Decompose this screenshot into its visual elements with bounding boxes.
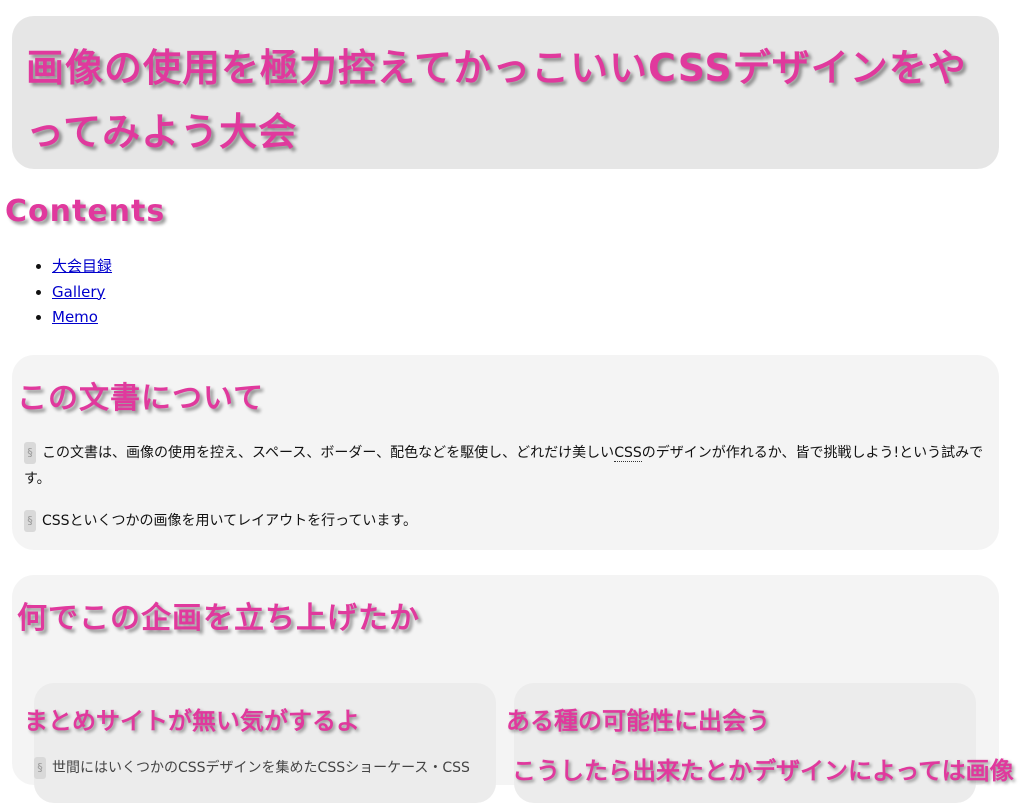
why-heading: 何でこの企画を立ち上げたか — [17, 601, 420, 636]
table-of-contents: 大会目録 Gallery Memo — [34, 254, 112, 331]
why-column-2-subheading: こうしたら出来たとかデザインによっては画像 — [512, 757, 1014, 785]
toc-item: 大会目録 — [52, 254, 112, 280]
about-paragraph-2: § CSSといくつかの画像を用いてレイアウトを行っています。 — [24, 508, 984, 534]
section-mark-icon: § — [34, 757, 46, 779]
section-mark-icon: § — [24, 442, 36, 464]
toc-link-catalog[interactable]: 大会目録 — [52, 257, 112, 275]
why-column-1-heading: まとめサイトが無い気がするよ — [24, 707, 360, 735]
about-paragraph-1: § この文書は、画像の使用を控え、スペース、ボーダー、配色などを駆使し、どれだけ美… — [24, 440, 984, 492]
toc-link-memo[interactable]: Memo — [52, 308, 98, 326]
why-column-1: まとめサイトが無い気がするよ § 世間にはいくつかのCSSデザインを集めたCSSシ… — [24, 683, 496, 803]
why-column-1-body: 世間にはいくつかのCSSデザインを集めたCSSショーケース・CSS — [52, 760, 470, 776]
about-p1-text: この文書は、画像の使用を控え、スペース、ボーダー、配色などを駆使し、どれだけ美し… — [42, 445, 615, 461]
section-mark-icon: § — [24, 510, 36, 532]
why-column-1-text: § 世間にはいくつかのCSSデザインを集めたCSSショーケース・CSS — [34, 757, 470, 779]
toc-link-gallery[interactable]: Gallery — [52, 283, 105, 301]
contents-heading: Contents — [5, 194, 166, 229]
why-column-2: ある種の可能性に出会う こうしたら出来たとかデザインによっては画像 — [506, 683, 1014, 803]
page-title: 画像の使用を極力控えてかっこいいCSSデザインをやってみよう大会 — [26, 46, 967, 154]
page-header: 画像の使用を極力控えてかっこいいCSSデザインをやってみよう大会 — [12, 16, 999, 169]
toc-item: Gallery — [52, 280, 112, 306]
about-heading: この文書について — [17, 381, 265, 416]
toc-item: Memo — [52, 305, 112, 331]
about-p2-text: CSSといくつかの画像を用いてレイアウトを行っています。 — [42, 513, 418, 529]
why-column-2-heading: ある種の可能性に出会う — [506, 707, 770, 735]
css-abbreviation: CSS — [614, 445, 642, 462]
